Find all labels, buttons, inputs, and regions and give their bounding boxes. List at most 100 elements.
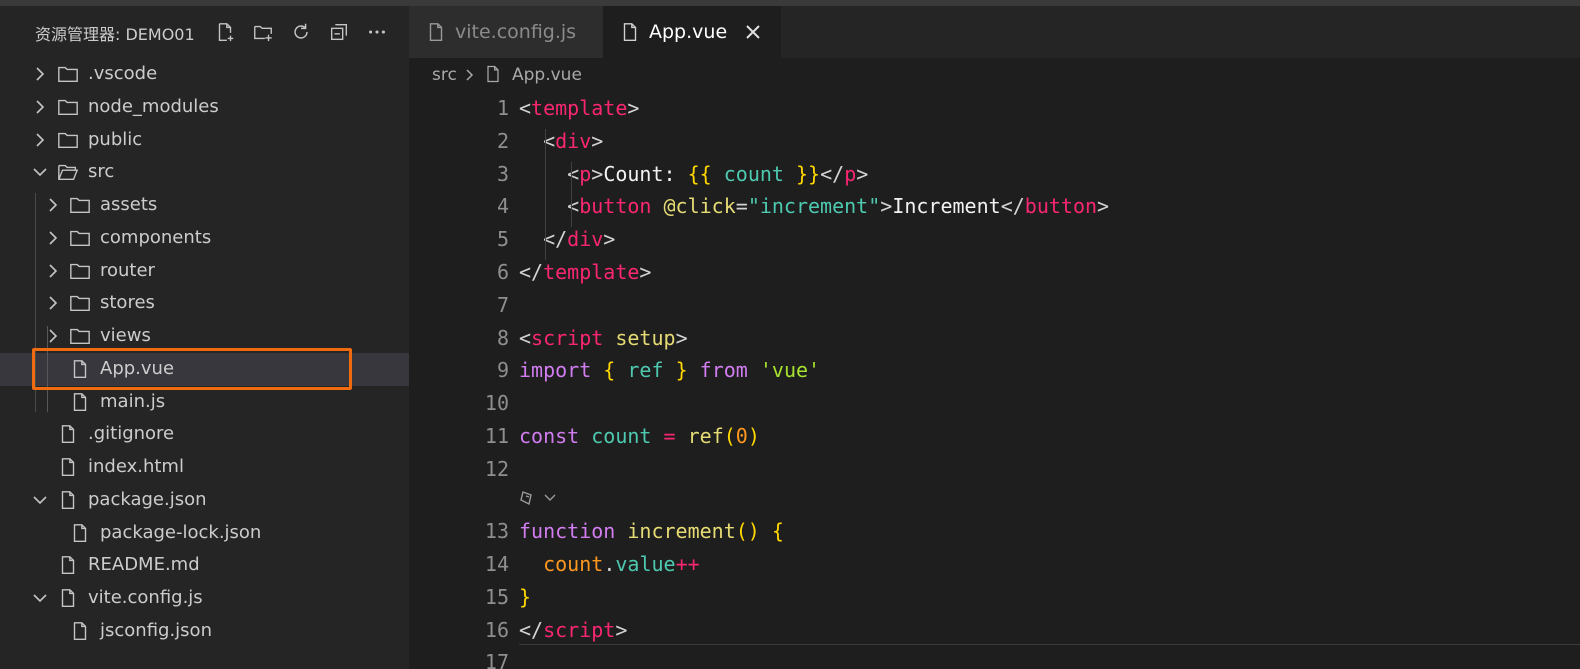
tree-folder[interactable]: router: [0, 255, 409, 288]
tree-folder[interactable]: src: [0, 156, 409, 189]
code-token: const: [519, 424, 580, 448]
tree-item-label: package-lock.json: [100, 521, 262, 543]
line-number: 13: [484, 519, 509, 544]
code-token: =: [663, 424, 676, 448]
breadcrumb-file[interactable]: App.vue: [512, 65, 582, 85]
code-token: </: [820, 161, 845, 186]
code-token: </: [519, 260, 544, 284]
tree-file[interactable]: README.md: [0, 549, 409, 582]
tab-label: App.vue: [649, 21, 728, 43]
code-line: function increment() {: [519, 519, 784, 543]
code-token: </: [519, 227, 568, 252]
codelens-icon[interactable]: [519, 488, 559, 513]
tree-item-label: package.json: [88, 488, 207, 510]
tree-folder[interactable]: public: [0, 124, 409, 157]
chevron-right-icon: [466, 69, 474, 81]
close-icon[interactable]: [743, 22, 763, 42]
code-token: button: [579, 194, 652, 219]
folder-icon: [70, 263, 90, 279]
breadcrumb-folder[interactable]: src: [432, 65, 457, 85]
code-token: button: [1024, 194, 1098, 219]
code-token: 'vue': [759, 358, 821, 383]
tree-file[interactable]: vite.config.js: [0, 582, 409, 615]
tree-folder[interactable]: assets: [0, 189, 409, 222]
code-token: </: [1000, 194, 1025, 219]
tree-folder[interactable]: components: [0, 222, 409, 255]
explorer-header: 资源管理器: DEMO01: [0, 6, 409, 58]
chevron-right-icon: [36, 132, 45, 147]
tree-item-label: assets: [100, 194, 158, 215]
code-token: {: [771, 519, 784, 544]
tree-file[interactable]: package-lock.json: [0, 517, 409, 550]
code-token: }: [519, 584, 532, 609]
code-token: >: [675, 325, 688, 350]
file-icon: [61, 556, 75, 575]
code-line: </script>: [519, 618, 627, 642]
folder-icon: [58, 66, 78, 83]
file-icon: [61, 458, 75, 476]
code-token: Count:: [603, 161, 688, 186]
code-token: function: [519, 519, 616, 544]
tab-label: vite.config.js: [455, 21, 577, 43]
code-token: ref: [615, 358, 676, 383]
tree-file[interactable]: .gitignore: [0, 418, 409, 451]
code-token: }: [675, 358, 688, 383]
tree-folder[interactable]: node_modules: [0, 91, 409, 124]
new-file-icon[interactable]: [206, 17, 244, 47]
file-icon: [73, 621, 87, 640]
tree-file[interactable]: main.js: [0, 386, 409, 419]
folder-icon: [70, 296, 90, 312]
code-token: script: [543, 617, 616, 642]
folder-icon: [58, 99, 78, 115]
line-number: 12: [484, 456, 509, 481]
code-token: }}: [796, 161, 821, 186]
more-icon[interactable]: [358, 17, 396, 47]
explorer-actions: [206, 17, 396, 47]
folder-icon: [70, 328, 90, 345]
code-token: {{: [687, 161, 712, 186]
line-number: 11: [484, 424, 509, 448]
code-line: <div>: [519, 129, 603, 153]
tree-item-label: components: [100, 226, 212, 248]
file-icon: [623, 23, 637, 41]
code-token: "increment": [747, 194, 881, 219]
breadcrumb: src App.vue: [409, 58, 1580, 92]
line-number: 16: [484, 617, 509, 642]
code-line: import { ref } from 'vue': [519, 358, 820, 382]
chevron-right-icon: [49, 263, 58, 278]
tree-folder[interactable]: .vscode: [0, 58, 409, 91]
line-number: 15: [484, 584, 509, 609]
code-token: count: [591, 424, 652, 448]
file-icon: [61, 425, 75, 444]
code-line: </template>: [519, 260, 651, 284]
chevron-right-icon: [49, 198, 58, 212]
code-token: >: [603, 227, 616, 252]
collapse-all-icon[interactable]: [320, 17, 358, 47]
line-number: 2: [496, 128, 509, 153]
code-line: }: [519, 585, 531, 609]
tab-vite-config[interactable]: vite.config.js: [409, 6, 603, 58]
code-token: .: [603, 551, 616, 576]
line-number: 10: [484, 391, 509, 416]
chevron-down-icon: [33, 168, 47, 177]
file-icon: [487, 65, 499, 83]
editor-area: vite.config.js App.vue src App.vue 1 <tem…: [409, 6, 1580, 669]
tree-file[interactable]: index.html: [0, 451, 409, 484]
line-number: 6: [496, 260, 509, 284]
code-token: >: [591, 161, 604, 186]
tree-file[interactable]: jsconfig.json: [0, 615, 409, 648]
code-line: count.value++: [519, 552, 700, 576]
tree-file[interactable]: package.json: [0, 484, 409, 517]
tree-item-label: src: [88, 161, 115, 183]
refresh-icon[interactable]: [282, 17, 320, 47]
new-folder-icon[interactable]: [244, 17, 282, 47]
tree-folder[interactable]: stores: [0, 287, 409, 320]
code-token: ++: [675, 551, 700, 576]
tab-app-vue[interactable]: App.vue: [603, 6, 781, 58]
